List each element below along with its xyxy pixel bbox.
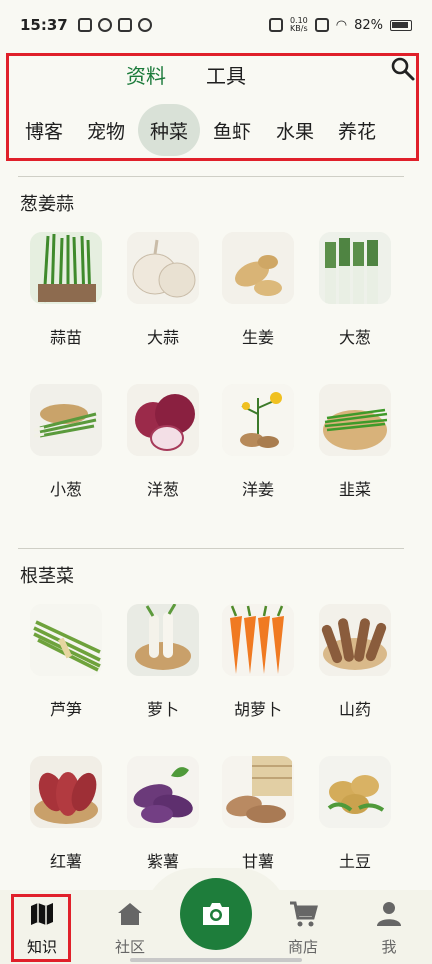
notification-icon: [77, 18, 92, 32]
item-jerusalem-artichoke[interactable]: 洋姜: [210, 384, 306, 500]
network-speed: 0.10 KB/s: [289, 16, 308, 33]
item-yam-potato[interactable]: 甘薯: [210, 756, 306, 872]
item-garlic[interactable]: 大蒜: [115, 232, 211, 348]
radish-image: [127, 604, 199, 676]
item-carrot[interactable]: 胡萝卜: [210, 604, 306, 720]
camera-button[interactable]: [180, 878, 252, 950]
asparagus-image: [30, 604, 102, 676]
carrot-image: [222, 604, 294, 676]
item-label: 洋姜: [241, 480, 274, 499]
item-label: 洋葱: [146, 480, 179, 499]
item-potato[interactable]: 土豆: [307, 756, 403, 872]
camera-icon: [203, 903, 229, 925]
tab-tools[interactable]: 工具: [206, 60, 246, 89]
category-tab-vegetables[interactable]: 种菜: [138, 104, 200, 156]
category-tab-flowers[interactable]: 养花: [326, 104, 388, 156]
item-leek[interactable]: 大葱: [307, 232, 403, 348]
header: 资料 工具 博客 宠物 种菜 鱼虾 水果 养花: [0, 50, 432, 162]
nav-label: 商店: [287, 938, 318, 956]
battery-icon: [390, 19, 412, 31]
section-title-root-vegetables: 根茎菜: [20, 566, 74, 587]
potato-image: [319, 756, 391, 828]
nav-knowledge[interactable]: 知识: [12, 900, 72, 957]
sweet-potato-image: [30, 756, 102, 828]
leek-image: [319, 232, 391, 304]
item-label: 小葱: [49, 480, 82, 499]
item-label: 大葱: [338, 328, 371, 347]
category-tab-fruit[interactable]: 水果: [264, 104, 326, 156]
divider: [18, 548, 404, 549]
cart-icon: [290, 901, 318, 927]
item-purple-sweet-potato[interactable]: 紫薯: [115, 756, 211, 872]
wifi-icon: ◠: [335, 17, 348, 33]
spring-onion-image: [30, 384, 102, 456]
yam-potato-image: [222, 756, 294, 828]
item-label: 红薯: [49, 852, 82, 871]
battery-percent: 82%: [354, 17, 383, 33]
item-label: 胡萝卜: [233, 700, 282, 719]
home-icon: [118, 903, 142, 925]
tiktok-icon: [117, 18, 132, 32]
section-title-scallion-ginger-garlic: 葱姜蒜: [20, 194, 74, 215]
item-label: 蒜苗: [49, 328, 82, 347]
chives-image: [319, 384, 391, 456]
category-tab-pets[interactable]: 宠物: [75, 104, 137, 156]
garlic-sprout-image: [30, 232, 102, 304]
nav-label: 社区: [114, 938, 145, 956]
item-yam[interactable]: 山药: [307, 604, 403, 720]
top-tabs: 资料 工具: [0, 60, 432, 90]
item-label: 大蒜: [146, 328, 179, 347]
yam-image: [319, 604, 391, 676]
nav-me[interactable]: 我: [359, 900, 419, 957]
item-radish[interactable]: 萝卜: [115, 604, 211, 720]
item-label: 韭菜: [338, 480, 371, 499]
item-label: 芦笋: [49, 700, 82, 719]
map-icon: [31, 903, 53, 925]
nav-community[interactable]: 社区: [100, 900, 160, 957]
item-onion[interactable]: 洋葱: [115, 384, 211, 500]
nav-store[interactable]: 商店: [273, 900, 333, 957]
ginger-image: [222, 232, 294, 304]
vibrate-icon: [268, 18, 283, 32]
fan-icon: [137, 18, 152, 32]
status-time: 15:37: [20, 16, 68, 34]
item-label: 土豆: [338, 852, 371, 871]
jerusalem-artichoke-image: [222, 384, 294, 456]
item-label: 生姜: [241, 328, 274, 347]
garlic-image: [127, 232, 199, 304]
item-spring-onion[interactable]: 小葱: [18, 384, 114, 500]
tab-ziliao[interactable]: 资料: [126, 60, 166, 89]
item-garlic-sprout[interactable]: 蒜苗: [18, 232, 114, 348]
search-icon[interactable]: [390, 56, 416, 82]
item-asparagus[interactable]: 芦笋: [18, 604, 114, 720]
nav-label: 知识: [26, 938, 57, 956]
item-sweet-potato[interactable]: 红薯: [18, 756, 114, 872]
item-ginger[interactable]: 生姜: [210, 232, 306, 348]
item-chives[interactable]: 韭菜: [307, 384, 403, 500]
app-notification-icon: [97, 18, 112, 32]
category-tab-fish[interactable]: 鱼虾: [201, 104, 263, 156]
category-tab-blog[interactable]: 博客: [13, 104, 75, 156]
nav-label: 我: [381, 938, 397, 956]
category-tabs: 博客 宠物 种菜 鱼虾 水果 养花: [0, 104, 432, 156]
sim-icon: [314, 18, 329, 32]
purple-sweet-potato-image: [127, 756, 199, 828]
person-icon: [377, 902, 401, 926]
divider: [18, 176, 404, 177]
item-label: 山药: [338, 700, 371, 719]
onion-image: [127, 384, 199, 456]
status-bar: 15:37 0.10 KB/s ◠ 82%: [0, 0, 432, 50]
home-indicator: [130, 958, 302, 962]
item-label: 萝卜: [146, 700, 179, 719]
